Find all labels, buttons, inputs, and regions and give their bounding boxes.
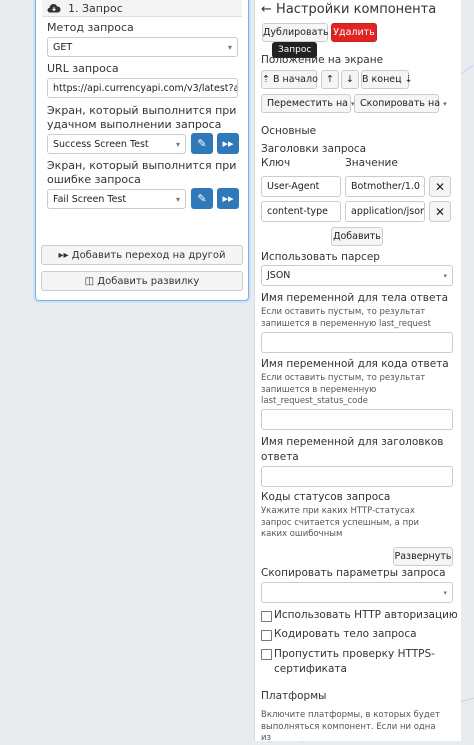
header-value-input[interactable]: Botmother/1.0 (+: [345, 176, 425, 197]
headers-var-input[interactable]: [261, 466, 453, 487]
delete-button[interactable]: Удалить: [331, 23, 377, 42]
url-value: https://api.currencyapi.com/v3/latest?ap…: [53, 83, 238, 94]
header-value-input[interactable]: application/json: [345, 201, 425, 222]
body-var-input[interactable]: [261, 332, 453, 353]
goto-error-screen-button[interactable]: ▸▸: [217, 188, 239, 209]
success-screen-value: Success Screen Test: [53, 139, 149, 150]
platforms-help: Включите платформы, в которых будет выпо…: [261, 710, 440, 743]
close-icon: ✕: [434, 180, 446, 194]
remove-header-button[interactable]: ✕: [429, 176, 451, 197]
error-screen-label: Экран, который выполнится при ошибке зап…: [47, 159, 237, 186]
encode-body-label: Кодировать тело запроса: [274, 628, 417, 640]
chevron-down-icon: ▾: [227, 43, 232, 52]
headers-label: Заголовки запроса: [261, 143, 367, 155]
request-card[interactable]: 1. Запрос Метод запроса GET ▾ URL запрос…: [35, 0, 249, 301]
add-branch-label: Добавить развилку: [97, 276, 200, 287]
parser-value: JSON: [267, 270, 291, 281]
chevron-down-icon: ▾: [175, 140, 180, 149]
parser-select[interactable]: JSON ▾: [261, 265, 453, 286]
pencil-icon: ✎: [197, 137, 207, 150]
code-var-label: Имя переменной для кода ответа: [261, 358, 449, 370]
copy-params-label: Скопировать параметры запроса: [261, 567, 446, 579]
error-screen-select[interactable]: Fail Screen Test ▾: [47, 189, 186, 209]
success-screen-select[interactable]: Success Screen Test ▾: [47, 134, 186, 154]
copy-params-select[interactable]: ▾: [261, 582, 453, 603]
add-transition-button[interactable]: ▸▸ Добавить переход на другой экран: [41, 245, 243, 280]
url-label: URL запроса: [47, 62, 119, 75]
body-var-label: Имя переменной для тела ответа: [261, 292, 449, 304]
edit-success-screen-button[interactable]: ✎: [191, 133, 213, 154]
edit-error-screen-button[interactable]: ✎: [191, 188, 213, 209]
add-branch-button[interactable]: ◫ Добавить развилку: [41, 271, 243, 291]
chevron-down-icon: ▾: [443, 589, 447, 597]
move-down-button[interactable]: ↓: [341, 70, 359, 89]
back-arrow-icon[interactable]: ←: [261, 2, 272, 17]
success-screen-label: Экран, который выполнится при удачном вы…: [47, 104, 237, 131]
copy-to-select[interactable]: Скопировать на ▾: [354, 94, 447, 113]
request-card-title: 1. Запрос: [68, 2, 123, 15]
arrow-down-bar-icon: ⇣: [404, 74, 413, 85]
chevron-down-icon: ▾: [443, 272, 447, 280]
method-value: GET: [53, 42, 73, 53]
headers-var-label: Имя переменной для заголовков ответа: [261, 436, 444, 463]
code-var-input[interactable]: [261, 409, 453, 430]
header-key-input[interactable]: User-Agent: [261, 176, 341, 197]
pencil-icon: ✎: [197, 192, 207, 205]
forward-icon: ▸▸: [222, 192, 234, 205]
to-start-label: В начало: [273, 74, 318, 85]
value-column-label: Значение: [345, 157, 398, 169]
header-key-input[interactable]: content-type: [261, 201, 341, 222]
panel-title-row: ← Настройки компонента: [261, 2, 436, 17]
platforms-label: Платформы: [261, 690, 327, 702]
skip-https-checkbox[interactable]: [261, 649, 272, 660]
to-end-label: В конец: [362, 74, 402, 85]
forward-icon: ▸▸: [58, 250, 69, 261]
expand-button[interactable]: Развернуть: [393, 547, 453, 566]
move-up-button[interactable]: ↑: [321, 70, 339, 89]
arrow-up-icon: ↑: [326, 74, 334, 85]
basic-section-label: Основные: [261, 125, 317, 137]
http-auth-checkbox[interactable]: [261, 611, 272, 622]
component-settings-panel: ← Настройки компонента Дублировать Удали…: [254, 0, 461, 743]
position-label: Положение на экране: [261, 54, 384, 66]
url-input[interactable]: https://api.currencyapi.com/v3/latest?ap…: [47, 78, 238, 98]
request-card-header[interactable]: 1. Запрос: [42, 0, 242, 17]
key-column-label: Ключ: [261, 157, 291, 169]
move-to-select[interactable]: Переместить на ▾: [261, 94, 355, 113]
to-end-button[interactable]: В конец ⇣: [361, 70, 413, 89]
status-codes-help: Укажите при каких HTTP-статусах запрос с…: [261, 506, 420, 539]
move-to-label: Переместить на: [267, 98, 348, 109]
close-icon: ✕: [434, 205, 446, 219]
cloud-download-icon: [47, 4, 61, 13]
method-label: Метод запроса: [47, 21, 134, 34]
body-var-help: Если оставить пустым, то результат запиш…: [261, 307, 431, 329]
goto-success-screen-button[interactable]: ▸▸: [217, 133, 239, 154]
copy-to-label: Скопировать на: [360, 98, 441, 109]
remove-header-button[interactable]: ✕: [429, 201, 451, 222]
status-codes-label: Коды статусов запроса: [261, 491, 391, 503]
encode-body-checkbox[interactable]: [261, 630, 272, 641]
branch-icon: ◫: [84, 276, 95, 287]
code-var-help: Если оставить пустым, то результат запиш…: [261, 373, 426, 406]
chevron-down-icon: ▾: [443, 100, 447, 108]
parser-label: Использовать парсер: [261, 251, 380, 263]
skip-https-label: Пропустить проверку HTTPS-сертификата: [274, 648, 435, 675]
add-header-button[interactable]: Добавить: [331, 227, 383, 246]
http-auth-label: Использовать HTTP авторизацию: [274, 609, 458, 621]
panel-title: Настройки компонента: [276, 2, 437, 17]
arrow-up-bar-icon: ⇡: [262, 74, 270, 85]
error-screen-value: Fail Screen Test: [53, 194, 127, 205]
forward-icon: ▸▸: [222, 137, 234, 150]
method-select[interactable]: GET ▾: [47, 37, 238, 57]
arrow-down-icon: ↓: [346, 74, 354, 85]
duplicate-button[interactable]: Дублировать: [262, 23, 329, 42]
chevron-down-icon: ▾: [175, 195, 180, 204]
to-start-button[interactable]: ⇡ В начало: [261, 70, 318, 89]
